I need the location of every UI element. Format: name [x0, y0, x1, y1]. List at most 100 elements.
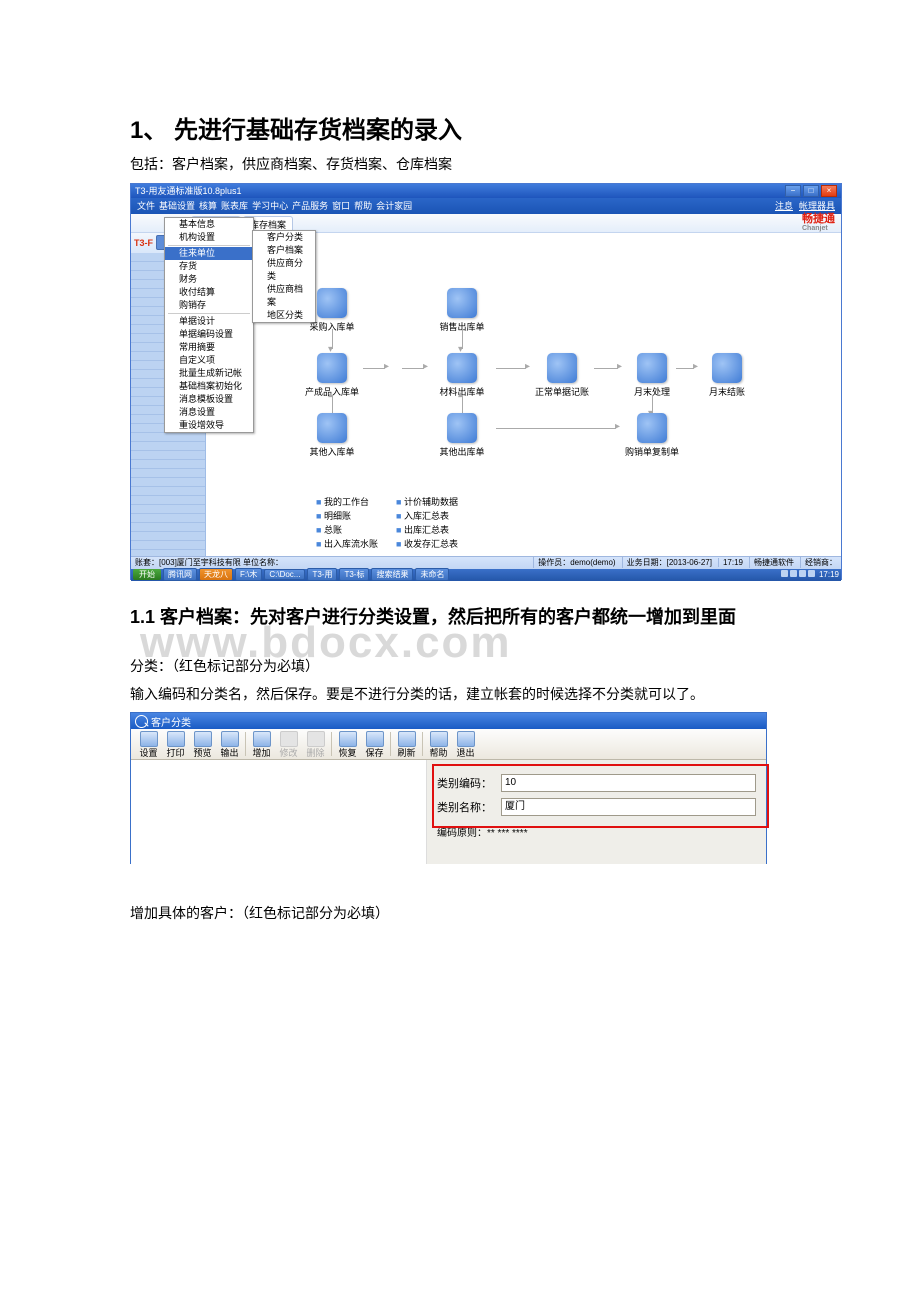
document-icon	[317, 288, 347, 318]
flow-month-process[interactable]: 月末处理	[621, 353, 683, 398]
menu-basesetting[interactable]: 基础设置	[159, 199, 195, 212]
mi-payment[interactable]: 收付结算	[165, 286, 253, 299]
tb-refresh[interactable]: 刷新	[393, 731, 420, 758]
flow-normal-post[interactable]: 正常单据记账	[531, 353, 593, 398]
arrow-down-icon	[462, 329, 463, 349]
arrow-down-icon	[332, 329, 333, 349]
arrow-right-icon	[496, 428, 616, 429]
mi-psi[interactable]: 购销存	[165, 299, 253, 312]
mi-summary[interactable]: 常用摘要	[165, 341, 253, 354]
tb-print[interactable]: 打印	[162, 731, 189, 758]
ledger-icon	[547, 353, 577, 383]
tb-settings[interactable]: 设置	[135, 731, 162, 758]
mi-voucher-design[interactable]: 单据设计	[165, 315, 253, 328]
minimize-button[interactable]: −	[785, 185, 801, 197]
mi-inventory[interactable]: 存货	[165, 260, 253, 273]
menubar: 文件 基础设置 核算 账表库 学习中心 产品服务 窗口 帮助 会计家园 注息 帐…	[131, 198, 841, 214]
tb-add[interactable]: 增加	[248, 731, 275, 758]
export-icon	[221, 731, 239, 747]
help-icon	[430, 731, 448, 747]
mi-msg-set[interactable]: 消息设置	[165, 406, 253, 419]
tb-export[interactable]: 输出	[216, 731, 243, 758]
workspace: 基本信息 机构设置 往来单位 存货 财务 收付结算 购销存 单据设计 单据编码设…	[206, 233, 841, 556]
code-rule: 编码原则：** *** ****	[437, 824, 756, 839]
document-icon	[317, 353, 347, 383]
input-name[interactable]: 厦门	[501, 798, 756, 816]
link-cost[interactable]: 计价辅助数据	[396, 495, 458, 509]
input-code[interactable]: 10	[501, 774, 756, 792]
menu-acchome[interactable]: 会计家园	[376, 199, 412, 212]
status-dealer: 经销商：	[800, 557, 837, 568]
tb-exit[interactable]: 退出	[452, 731, 479, 758]
mi-voucher-code[interactable]: 单据编码设置	[165, 328, 253, 341]
menu-file[interactable]: 文件	[137, 199, 155, 212]
taskbar-item[interactable]: 搜索结果	[371, 568, 413, 581]
menu-product[interactable]: 产品服务	[292, 199, 328, 212]
mi-basic-info[interactable]: 基本信息	[165, 218, 253, 231]
print-icon	[167, 731, 185, 747]
flow-other-in[interactable]: 其他入库单	[301, 413, 363, 458]
mi-cust-file[interactable]: 客户档案	[253, 244, 315, 257]
undo-icon	[339, 731, 357, 747]
taskbar-item[interactable]: T3-用	[307, 568, 337, 581]
link-ledger[interactable]: 总账	[316, 523, 378, 537]
flow-purchase-in[interactable]: 采购入库单	[301, 288, 363, 333]
delete-icon	[307, 731, 325, 747]
close-button[interactable]: ×	[821, 185, 837, 197]
arrow-down-icon	[652, 395, 653, 413]
link-detail[interactable]: 明细账	[316, 509, 378, 523]
statusbar: 账套：[003]厦门至宇科技有限 单位名称： 操作员：demo(demo) 业务…	[131, 556, 841, 569]
link-flow[interactable]: 出入库流水账	[316, 537, 378, 551]
taskbar-item[interactable]: T3-标	[339, 568, 369, 581]
link-workbench[interactable]: 我的工作台	[316, 495, 378, 509]
flow-copy[interactable]: 购销单复制单	[621, 413, 683, 458]
mi-reset[interactable]: 重设增效导	[165, 419, 253, 432]
toolbar: 设置 打印 预览 输出 增加 修改 删除 恢复 保存 刷新 帮助 退出	[131, 729, 766, 760]
tb-delete: 删除	[302, 731, 329, 758]
taskbar-item[interactable]: 天龙八	[199, 568, 233, 581]
arrow-right-icon	[676, 368, 694, 369]
preview-icon	[194, 731, 212, 747]
mi-msg-tpl[interactable]: 消息模板设置	[165, 393, 253, 406]
mi-supp-class[interactable]: 供应商分类	[253, 257, 315, 283]
brand-logo: 畅捷通Chanjet	[802, 210, 835, 232]
menubar-link-1[interactable]: 注息	[775, 199, 793, 212]
taskbar-item[interactable]: 未命名	[415, 568, 449, 581]
start-button[interactable]: 开始	[133, 569, 161, 580]
flow-other-out[interactable]: 其他出库单	[431, 413, 493, 458]
menu-learn[interactable]: 学习中心	[252, 199, 288, 212]
taskbar-item[interactable]: 腾讯网	[163, 568, 197, 581]
tb-help[interactable]: 帮助	[425, 731, 452, 758]
arrow-right-icon	[496, 368, 526, 369]
taskbar-item[interactable]: F:\木	[235, 568, 262, 581]
status-date: 业务日期：[2013-06-27]	[622, 557, 712, 568]
mi-init[interactable]: 基础档案初始化	[165, 380, 253, 393]
menu-window[interactable]: 窗口	[332, 199, 350, 212]
link-io-sum[interactable]: 收发存汇总表	[396, 537, 458, 551]
maximize-button[interactable]: □	[803, 185, 819, 197]
tree-panel[interactable]	[131, 760, 427, 864]
arrow-right-icon	[363, 368, 385, 369]
tb-preview[interactable]: 预览	[189, 731, 216, 758]
links-col-1: 我的工作台 明细账 总账 出入库流水账	[316, 495, 378, 551]
mi-contacts[interactable]: 往来单位	[165, 247, 253, 260]
exit-icon	[457, 731, 475, 747]
mi-cust-class[interactable]: 客户分类	[253, 231, 315, 244]
flow-sale-out[interactable]: 销售出库单	[431, 288, 493, 333]
mi-custom[interactable]: 自定义项	[165, 354, 253, 367]
link-out-sum[interactable]: 出库汇总表	[396, 523, 458, 537]
mi-org[interactable]: 机构设置	[165, 231, 253, 244]
tb-undo[interactable]: 恢复	[334, 731, 361, 758]
menu-help[interactable]: 帮助	[354, 199, 372, 212]
status-operator: 操作员：demo(demo)	[533, 557, 615, 568]
doc-heading-1: 1、 先进行基础存货档案的录入	[130, 110, 790, 145]
mi-finance[interactable]: 财务	[165, 273, 253, 286]
taskbar-item[interactable]: C:\Doc...	[264, 569, 305, 580]
doc-para-2: 分类：（红色标记部分为必填）	[130, 657, 790, 677]
tb-save[interactable]: 保存	[361, 731, 388, 758]
menu-report[interactable]: 账表库	[221, 199, 248, 212]
link-in-sum[interactable]: 入库汇总表	[396, 509, 458, 523]
mi-batch[interactable]: 批量生成新记帐	[165, 367, 253, 380]
menu-account[interactable]: 核算	[199, 199, 217, 212]
flow-month-close[interactable]: 月末结账	[696, 353, 758, 398]
